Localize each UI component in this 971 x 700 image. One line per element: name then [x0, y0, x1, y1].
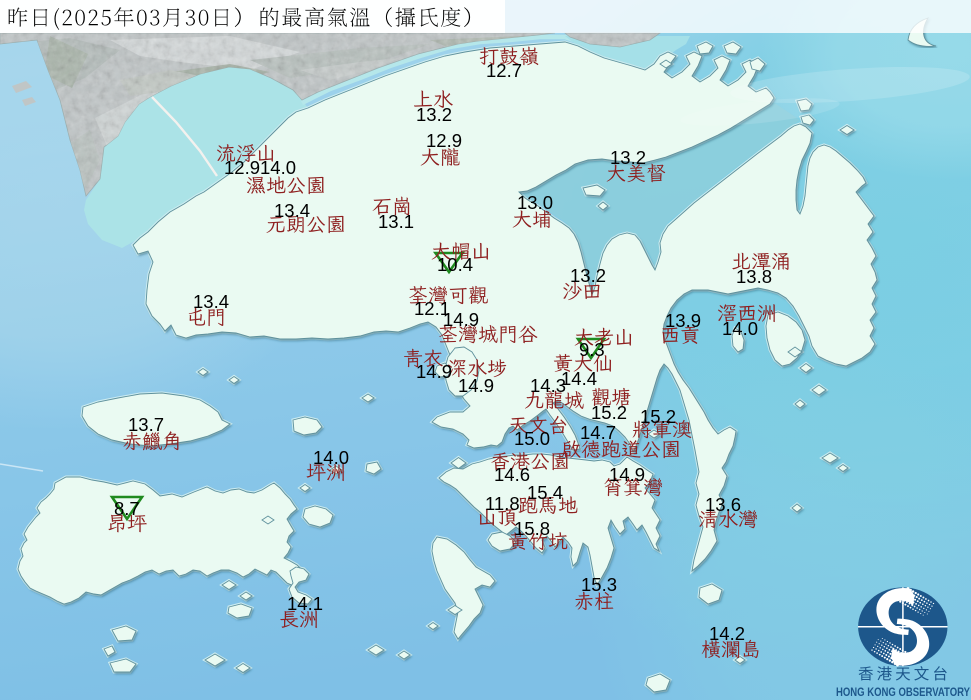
svg-text:13.9: 13.9 — [665, 310, 701, 331]
svg-text:14.0: 14.0 — [260, 157, 296, 178]
svg-text:15.2: 15.2 — [640, 406, 676, 427]
svg-text:14.7: 14.7 — [580, 422, 616, 443]
svg-text:13.0: 13.0 — [517, 192, 553, 213]
svg-text:11.8: 11.8 — [485, 493, 520, 514]
svg-text:13.4: 13.4 — [193, 291, 229, 312]
svg-text:14.0: 14.0 — [313, 447, 349, 468]
svg-text:15.2: 15.2 — [591, 402, 627, 423]
svg-text:12.7: 12.7 — [486, 60, 522, 81]
svg-text:HONG KONG OBSERVATORY: HONG KONG OBSERVATORY — [836, 685, 970, 699]
svg-text:14.9: 14.9 — [458, 375, 494, 396]
svg-text:14.9: 14.9 — [416, 361, 452, 382]
svg-text:13.6: 13.6 — [705, 494, 741, 515]
svg-text:14.0: 14.0 — [722, 318, 758, 339]
svg-text:12.9: 12.9 — [426, 130, 462, 151]
svg-text:15.8: 15.8 — [514, 518, 550, 539]
svg-text:14.1: 14.1 — [287, 593, 323, 614]
svg-text:13.7: 13.7 — [128, 414, 164, 435]
svg-text:15.0: 15.0 — [514, 428, 550, 449]
svg-text:13.2: 13.2 — [610, 147, 646, 168]
svg-text:15.3: 15.3 — [581, 574, 617, 595]
svg-text:13.4: 13.4 — [274, 200, 310, 221]
svg-text:13.2: 13.2 — [416, 104, 452, 125]
svg-text:14.4: 14.4 — [561, 368, 597, 389]
svg-text:8.7: 8.7 — [114, 498, 140, 519]
svg-text:13.1: 13.1 — [378, 211, 414, 232]
svg-text:14.9: 14.9 — [443, 309, 479, 330]
svg-text:10.4: 10.4 — [437, 254, 473, 275]
svg-text:14.9: 14.9 — [609, 464, 645, 485]
svg-text:13.8: 13.8 — [736, 266, 772, 287]
svg-text:14.6: 14.6 — [494, 464, 530, 485]
svg-text:14.3: 14.3 — [530, 375, 566, 396]
svg-text:14.2: 14.2 — [709, 623, 745, 644]
svg-text:13.2: 13.2 — [570, 265, 606, 286]
svg-text:9.3: 9.3 — [579, 339, 605, 360]
svg-text:15.4: 15.4 — [527, 482, 563, 503]
svg-text:12.9: 12.9 — [224, 157, 260, 178]
